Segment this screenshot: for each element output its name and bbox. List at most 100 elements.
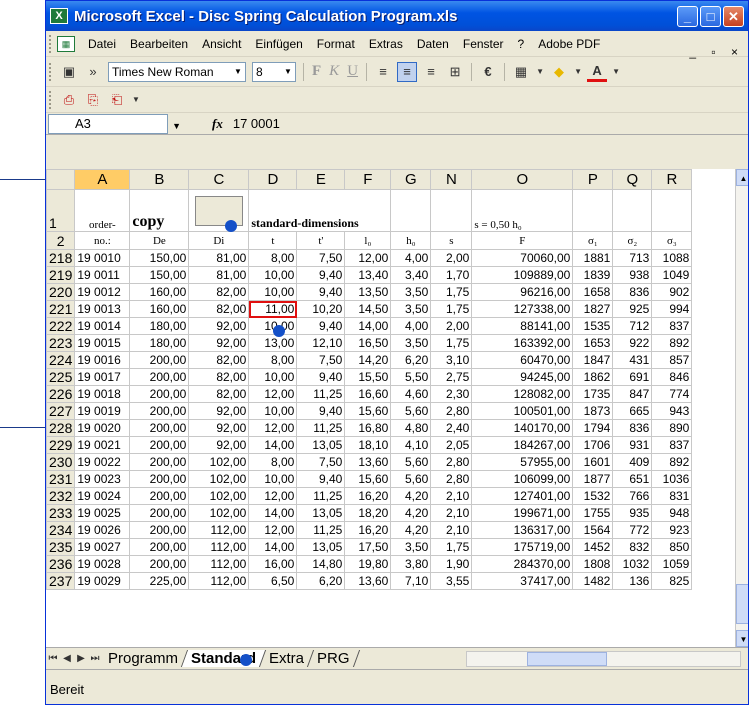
bold-icon[interactable]: F — [308, 63, 325, 80]
cell[interactable]: 37417,00 — [471, 572, 574, 590]
cell-a1[interactable]: order- — [74, 189, 131, 232]
cell[interactable]: 1839 — [572, 266, 614, 284]
cell[interactable]: 1,75 — [430, 283, 473, 301]
cell[interactable]: 82,00 — [188, 300, 250, 318]
cell[interactable]: 4,10 — [390, 436, 432, 454]
cell[interactable]: 13,05 — [296, 436, 346, 454]
cell[interactable]: 948 — [651, 504, 693, 522]
cell-header-r2[interactable]: σ₃ — [651, 231, 693, 250]
vertical-scrollbar[interactable]: ▲ ▼ — [735, 169, 748, 647]
cell[interactable]: 200,00 — [129, 385, 190, 403]
font-color-icon[interactable]: A — [587, 62, 608, 82]
cell[interactable]: 19 0024 — [74, 487, 131, 505]
cell[interactable]: 16,20 — [344, 521, 392, 539]
cell[interactable]: 4,00 — [390, 317, 432, 335]
cell[interactable]: 772 — [612, 521, 653, 539]
cell[interactable]: 16,50 — [344, 334, 392, 352]
cell[interactable]: 140170,00 — [471, 419, 574, 437]
pdf-convert-icon[interactable]: ⎙ — [59, 90, 79, 110]
cell[interactable]: 11,25 — [296, 419, 346, 437]
formula-input[interactable]: 17 0001 — [233, 116, 280, 131]
cell-c1[interactable] — [188, 189, 250, 232]
chevron-down-icon[interactable]: ▼ — [535, 62, 545, 82]
cell[interactable]: 19 0016 — [74, 351, 131, 369]
sheet-tab-standard[interactable]: Standard — [181, 650, 267, 667]
cell[interactable]: 12,00 — [248, 385, 298, 403]
cell[interactable]: 180,00 — [129, 317, 190, 335]
menu-fenster[interactable]: Fenster — [456, 37, 511, 51]
row-header[interactable]: 219 — [46, 266, 76, 284]
row-header[interactable]: 227 — [46, 402, 76, 420]
cell[interactable]: 3,50 — [390, 538, 432, 556]
next-sheet-icon[interactable]: ▶ — [74, 653, 88, 664]
cell[interactable]: 10,00 — [248, 266, 298, 284]
column-header-b[interactable]: B — [129, 169, 190, 190]
cell[interactable]: 57955,00 — [471, 453, 574, 471]
cell[interactable]: 19,80 — [344, 555, 392, 573]
cell[interactable]: 837 — [651, 317, 693, 335]
cell[interactable]: 13,60 — [344, 453, 392, 471]
cell[interactable]: 19 0029 — [74, 572, 131, 590]
cell[interactable]: 92,00 — [188, 317, 250, 335]
cell[interactable]: 766 — [612, 487, 653, 505]
cell[interactable]: 200,00 — [129, 419, 190, 437]
menu-help[interactable]: ? — [511, 37, 532, 51]
chevron-down-icon[interactable]: ▼ — [231, 63, 245, 81]
cell[interactable]: 19 0013 — [74, 300, 131, 318]
cell[interactable]: 431 — [612, 351, 653, 369]
cell[interactable]: 109889,00 — [471, 266, 574, 284]
cell[interactable]: 19 0010 — [74, 249, 131, 267]
cell[interactable]: 82,00 — [188, 283, 250, 301]
cell[interactable]: 200,00 — [129, 351, 190, 369]
scroll-down-icon[interactable]: ▼ — [736, 630, 748, 647]
italic-icon[interactable]: K — [325, 63, 343, 80]
cell[interactable]: 200,00 — [129, 470, 190, 488]
cell[interactable]: 832 — [612, 538, 653, 556]
scroll-up-icon[interactable]: ▲ — [736, 169, 748, 186]
cell[interactable]: 200,00 — [129, 368, 190, 386]
cell[interactable]: 19 0021 — [74, 436, 131, 454]
cell[interactable]: 14,50 — [344, 300, 392, 318]
cell[interactable]: 6,50 — [248, 572, 298, 590]
cell[interactable]: 81,00 — [188, 249, 250, 267]
cell[interactable]: 994 — [651, 300, 693, 318]
cell[interactable]: 3,50 — [390, 300, 432, 318]
cell[interactable]: 1564 — [572, 521, 614, 539]
row-header[interactable]: 235 — [46, 538, 76, 556]
cell-p1[interactable] — [572, 189, 614, 232]
cell[interactable]: 13,05 — [296, 504, 346, 522]
cell[interactable]: 5,50 — [390, 368, 432, 386]
cell[interactable]: 2,30 — [430, 385, 473, 403]
cell[interactable]: 15,60 — [344, 402, 392, 420]
cell[interactable]: 10,00 — [248, 368, 298, 386]
cell[interactable]: 4,80 — [390, 419, 432, 437]
cell[interactable]: 3,50 — [390, 334, 432, 352]
cell[interactable]: 225,00 — [129, 572, 190, 590]
cell[interactable]: 1452 — [572, 538, 614, 556]
row-header[interactable]: 233 — [46, 504, 76, 522]
cell[interactable]: 8,00 — [248, 249, 298, 267]
cell[interactable]: 850 — [651, 538, 693, 556]
cell[interactable]: 88141,00 — [471, 317, 574, 335]
cell[interactable]: 2,80 — [430, 470, 473, 488]
first-sheet-icon[interactable]: ⏮ — [46, 653, 60, 664]
row-header[interactable]: 237 — [46, 572, 76, 590]
cell[interactable]: 112,00 — [188, 555, 250, 573]
column-header-r[interactable]: R — [651, 169, 693, 190]
cell[interactable]: 184267,00 — [471, 436, 574, 454]
cell[interactable]: 11,25 — [296, 385, 346, 403]
cell-header-p2[interactable]: σ₁ — [572, 231, 614, 250]
cell[interactable]: 1032 — [612, 555, 653, 573]
cell[interactable]: 11,25 — [296, 521, 346, 539]
row-header[interactable]: 226 — [46, 385, 76, 403]
cell[interactable]: 774 — [651, 385, 693, 403]
cell[interactable]: 1532 — [572, 487, 614, 505]
cell[interactable]: 14,20 — [344, 351, 392, 369]
align-center-icon[interactable]: ≡ — [397, 61, 418, 82]
menu-ansicht[interactable]: Ansicht — [195, 37, 248, 51]
chevron-down-icon[interactable]: ▼ — [611, 62, 621, 82]
spreadsheet-grid[interactable]: ABCDEFGNOPQR 1 order- copy standard-dime… — [46, 169, 735, 647]
cell[interactable]: 943 — [651, 402, 693, 420]
cell[interactable]: 1862 — [572, 368, 614, 386]
cell[interactable]: 13,50 — [344, 283, 392, 301]
